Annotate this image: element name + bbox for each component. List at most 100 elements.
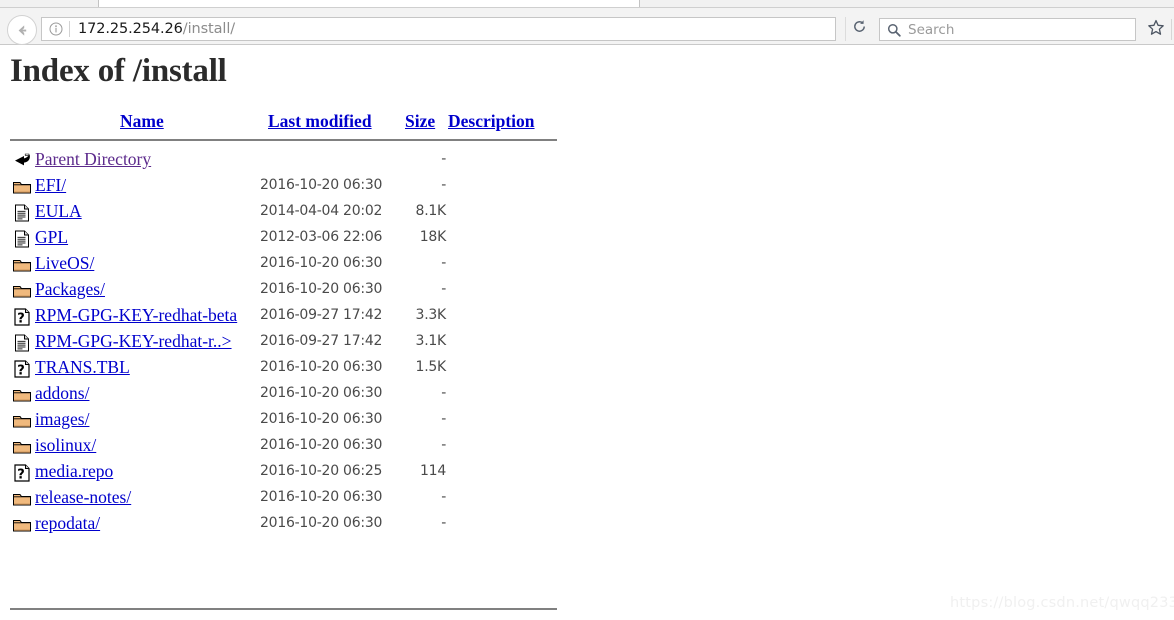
- table-row: addons/2016-10-20 06:30 -: [10, 382, 570, 408]
- sort-by-last-modified-link[interactable]: Last modified: [268, 111, 372, 132]
- file-last-modified: 2016-10-20 06:30: [260, 177, 383, 193]
- file-size: -: [441, 437, 446, 453]
- file-size: 3.3K: [415, 307, 447, 323]
- file-size: 18K: [419, 229, 447, 245]
- table-row: Parent Directory -: [10, 148, 570, 174]
- search-input-placeholder[interactable]: Search: [908, 22, 954, 38]
- file-size: -: [441, 411, 446, 427]
- folder-icon: [12, 515, 32, 535]
- file-link[interactable]: RPM-GPG-KEY-redhat-r..>: [35, 331, 232, 352]
- file-last-modified: 2012-03-06 22:06: [260, 229, 383, 245]
- arrow-left-icon: [14, 22, 31, 39]
- table-row: RPM-GPG-KEY-redhat-r..> 2016-09-27 17:42 3…: [10, 330, 570, 356]
- file-size: -: [441, 255, 446, 271]
- file-link[interactable]: Parent Directory: [35, 149, 151, 170]
- page-content: Index of /install Name Last modified Siz…: [0, 45, 1174, 620]
- star-icon: [1147, 19, 1165, 42]
- table-row: repodata/2016-10-20 06:30 -: [10, 512, 570, 538]
- file-link[interactable]: isolinux/: [35, 435, 96, 456]
- file-last-modified: 2016-10-20 06:30: [260, 281, 383, 297]
- file-link[interactable]: RPM-GPG-KEY-redhat-beta: [35, 305, 237, 326]
- table-row: isolinux/2016-10-20 06:30 -: [10, 434, 570, 460]
- file-size: -: [441, 489, 446, 505]
- unknown-file-icon: ?: [12, 359, 32, 379]
- table-row: ? media.repo 2016-10-20 06:25 114: [10, 460, 570, 486]
- table-row: EULA 2014-04-04 20:02 8.1K: [10, 200, 570, 226]
- folder-icon: [12, 437, 32, 457]
- file-link[interactable]: EFI/: [35, 175, 66, 196]
- file-size: 114: [420, 463, 446, 479]
- file-last-modified: 2016-10-20 06:30: [260, 489, 383, 505]
- url-path: /install/: [182, 21, 236, 37]
- toolbar-divider: [1171, 19, 1172, 40]
- table-row: Packages/2016-10-20 06:30 -: [10, 278, 570, 304]
- url-host: 172.25.254.26: [78, 21, 183, 37]
- listing-top-divider: [10, 139, 557, 141]
- search-box[interactable]: Search: [879, 18, 1136, 41]
- file-link[interactable]: addons/: [35, 383, 89, 404]
- file-last-modified: 2016-10-20 06:30: [260, 255, 383, 271]
- folder-icon: [12, 385, 32, 405]
- sort-by-description-link[interactable]: Description: [448, 111, 535, 132]
- text-file-icon: [12, 203, 32, 223]
- listing-rows: Parent Directory - EFI/2016-10-20 06:30 - EU…: [10, 148, 570, 538]
- file-size: -: [441, 151, 446, 167]
- parent-directory-icon: [12, 151, 32, 171]
- unknown-file-icon: ?: [12, 307, 32, 327]
- file-link[interactable]: images/: [35, 409, 89, 430]
- watermark: https://blog.csdn.net/qwqq233: [950, 595, 1174, 611]
- table-row: release-notes/2016-10-20 06:30 -: [10, 486, 570, 512]
- file-last-modified: 2014-04-04 20:02: [260, 203, 383, 219]
- file-link[interactable]: GPL: [35, 227, 68, 248]
- page-title: Index of /install: [10, 53, 227, 89]
- table-row: EFI/2016-10-20 06:30 -: [10, 174, 570, 200]
- folder-icon: [12, 281, 32, 301]
- folder-icon: [12, 177, 32, 197]
- search-icon: [887, 23, 901, 37]
- reload-button[interactable]: [845, 17, 873, 41]
- file-link[interactable]: release-notes/: [35, 487, 131, 508]
- text-file-icon: [12, 333, 32, 353]
- file-link[interactable]: LiveOS/: [35, 253, 94, 274]
- address-bar[interactable]: 172.25.254.26/install/: [41, 17, 836, 41]
- file-size: 1.5K: [415, 359, 447, 375]
- file-link[interactable]: Packages/: [35, 279, 105, 300]
- file-size: 8.1K: [415, 203, 447, 219]
- svg-text:?: ?: [17, 467, 25, 482]
- folder-icon: [12, 255, 32, 275]
- table-row: images/2016-10-20 06:30 -: [10, 408, 570, 434]
- file-last-modified: 2016-10-20 06:30: [260, 385, 383, 401]
- folder-icon: [12, 411, 32, 431]
- address-bar-text: 172.25.254.26/install/: [78, 21, 235, 37]
- sort-by-size-link[interactable]: Size: [405, 111, 435, 132]
- file-last-modified: 2016-10-20 06:30: [260, 437, 383, 453]
- folder-icon: [12, 489, 32, 509]
- unknown-file-icon: ?: [12, 463, 32, 483]
- file-link[interactable]: media.repo: [35, 461, 113, 482]
- file-link[interactable]: EULA: [35, 201, 82, 222]
- file-size: -: [441, 177, 446, 193]
- table-row: GPL 2012-03-06 22:06 18K: [10, 226, 570, 252]
- text-file-icon: [12, 229, 32, 249]
- directory-listing: Name Last modified Size Description Pare…: [10, 111, 570, 610]
- reload-icon: [852, 19, 867, 39]
- info-circle-icon[interactable]: [48, 22, 63, 37]
- file-last-modified: 2016-09-27 17:42: [260, 333, 383, 349]
- back-button[interactable]: [7, 15, 37, 45]
- browser-toolbar: 172.25.254.26/install/ Search: [0, 8, 1174, 45]
- browser-chrome: 172.25.254.26/install/ Search: [0, 0, 1174, 45]
- listing-header-row: Name Last modified Size Description: [10, 111, 570, 135]
- svg-text:?: ?: [17, 363, 25, 378]
- file-last-modified: 2016-10-20 06:30: [260, 359, 383, 375]
- table-row: LiveOS/2016-10-20 06:30 -: [10, 252, 570, 278]
- file-link[interactable]: repodata/: [35, 513, 100, 534]
- sort-by-name-link[interactable]: Name: [120, 111, 164, 132]
- file-link[interactable]: TRANS.TBL: [35, 357, 130, 378]
- file-size: -: [441, 281, 446, 297]
- file-last-modified: 2016-10-20 06:25: [260, 463, 383, 479]
- file-size: 3.1K: [415, 333, 447, 349]
- table-row: ? TRANS.TBL 2016-10-20 06:30 1.5K: [10, 356, 570, 382]
- table-row: ? RPM-GPG-KEY-redhat-beta 2016-09-27 17:42…: [10, 304, 570, 330]
- bookmark-button[interactable]: [1146, 19, 1166, 42]
- file-last-modified: 2016-10-20 06:30: [260, 411, 383, 427]
